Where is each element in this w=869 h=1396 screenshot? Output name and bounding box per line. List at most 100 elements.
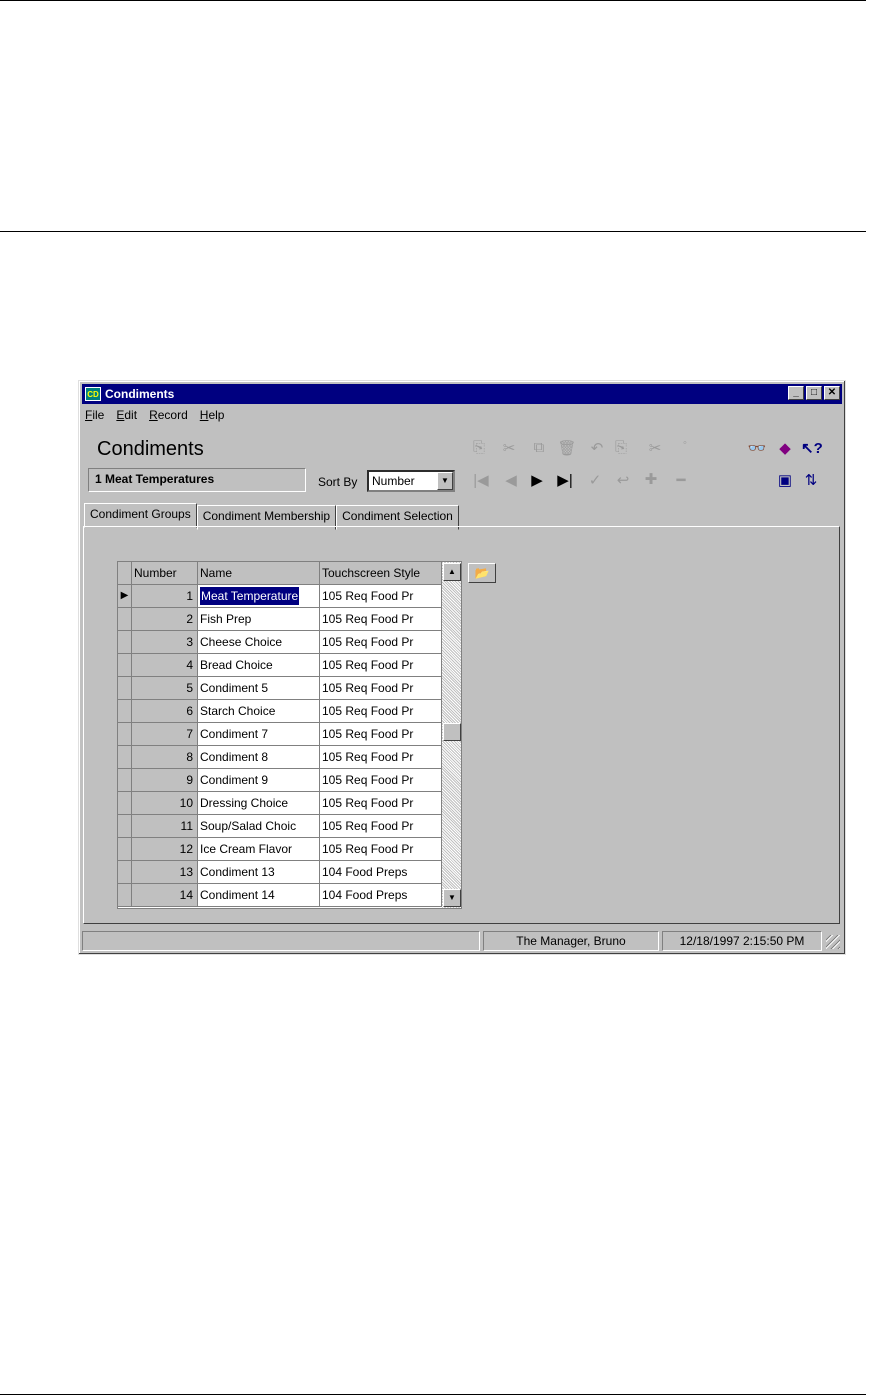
copy-icon[interactable]: ⎘ <box>469 439 489 456</box>
cell-name[interactable]: Condiment 7 <box>198 723 320 746</box>
cell-number[interactable]: 3 <box>132 631 198 654</box>
cell-number[interactable]: 10 <box>132 792 198 815</box>
cell-touchscreen-style[interactable]: 105 Req Food Pr <box>320 700 442 723</box>
cell-touchscreen-style[interactable]: 105 Req Food Pr <box>320 723 442 746</box>
row-indicator-cell[interactable] <box>118 700 132 723</box>
next-record-icon[interactable]: ▶ <box>527 471 547 489</box>
select-icon[interactable]: ◦ <box>675 437 695 449</box>
cell-name[interactable]: Ice Cream Flavor <box>198 838 320 861</box>
cell-number[interactable]: 5 <box>132 677 198 700</box>
menu-edit[interactable]: Edit <box>116 408 137 422</box>
table-row[interactable]: 8 Condiment 8 105 Req Food Pr <box>118 746 442 769</box>
delete-icon[interactable]: 🗑 <box>557 439 577 457</box>
book-icon[interactable]: ◆ <box>775 439 795 457</box>
first-record-icon[interactable]: |◀ <box>471 471 491 489</box>
menu-help[interactable]: Help <box>200 408 225 422</box>
cell-name[interactable]: Condiment 9 <box>198 769 320 792</box>
find-icon[interactable]: 👓 <box>747 439 767 457</box>
cell-number[interactable]: 12 <box>132 838 198 861</box>
cell-number[interactable]: 9 <box>132 769 198 792</box>
minimize-button[interactable]: _ <box>788 386 804 400</box>
column-header-name[interactable]: Name <box>198 562 320 585</box>
paste-icon[interactable]: ⧉ <box>529 439 549 456</box>
table-row[interactable]: 10 Dressing Choice 105 Req Food Pr <box>118 792 442 815</box>
row-indicator-cell[interactable] <box>118 861 132 884</box>
post-icon[interactable]: ✓ <box>585 471 605 489</box>
chevron-down-icon[interactable]: ▼ <box>437 472 453 490</box>
row-indicator-cell[interactable] <box>118 792 132 815</box>
sort-by-select[interactable]: Number ▼ <box>367 470 455 492</box>
row-indicator-cell[interactable] <box>118 884 132 907</box>
cell-number[interactable]: 2 <box>132 608 198 631</box>
maximize-button[interactable]: □ <box>806 386 822 400</box>
current-row-pointer-icon[interactable]: ▶ <box>118 585 132 608</box>
cell-number[interactable]: 7 <box>132 723 198 746</box>
menu-record[interactable]: Record <box>149 408 188 422</box>
selected-cell-text[interactable]: Meat Temperature <box>200 587 300 605</box>
cell-touchscreen-style[interactable]: 105 Req Food Pr <box>320 769 442 792</box>
menu-file[interactable]: File <box>85 408 104 422</box>
undo-icon[interactable]: ↶ <box>587 439 607 457</box>
cell-name[interactable]: Condiment 14 <box>198 884 320 907</box>
cell-touchscreen-style[interactable]: 105 Req Food Pr <box>320 585 442 608</box>
help-pointer-icon[interactable]: ↖? <box>801 439 823 457</box>
monitor-icon[interactable]: ▣ <box>775 471 795 489</box>
row-indicator-cell[interactable] <box>118 769 132 792</box>
cell-touchscreen-style[interactable]: 105 Req Food Pr <box>320 677 442 700</box>
title-bar[interactable]: CD Condiments _ □ ✕ <box>82 384 842 404</box>
previous-record-icon[interactable]: ◀ <box>501 471 521 489</box>
cell-name[interactable]: Condiment 8 <box>198 746 320 769</box>
close-button[interactable]: ✕ <box>824 386 840 400</box>
row-indicator-cell[interactable] <box>118 838 132 861</box>
cell-name[interactable]: Condiment 13 <box>198 861 320 884</box>
table-row[interactable]: 2 Fish Prep 105 Req Food Pr <box>118 608 442 631</box>
cut-icon[interactable]: ✂ <box>499 439 519 457</box>
table-row[interactable]: 12 Ice Cream Flavor 105 Req Food Pr <box>118 838 442 861</box>
cell-number[interactable]: 14 <box>132 884 198 907</box>
column-header-touchscreen-style[interactable]: Touchscreen Style <box>320 562 442 585</box>
cell-name[interactable]: Dressing Choice <box>198 792 320 815</box>
add-record-icon[interactable]: ✚ <box>641 470 661 488</box>
cell-name[interactable]: Bread Choice <box>198 654 320 677</box>
cell-name[interactable]: Condiment 5 <box>198 677 320 700</box>
last-record-icon[interactable]: ▶| <box>555 471 575 489</box>
cell-name[interactable]: Meat Temperature <box>198 585 320 608</box>
cell-number[interactable]: 13 <box>132 861 198 884</box>
tab-condiment-groups[interactable]: Condiment Groups <box>84 503 197 528</box>
paste-record-icon[interactable]: ✂ <box>645 439 665 457</box>
row-indicator-cell[interactable] <box>118 723 132 746</box>
table-row[interactable]: 11 Soup/Salad Choic 105 Req Food Pr <box>118 815 442 838</box>
cell-name[interactable]: Starch Choice <box>198 700 320 723</box>
cell-number[interactable]: 6 <box>132 700 198 723</box>
cell-number[interactable]: 1 <box>132 585 198 608</box>
table-row[interactable]: 4 Bread Choice 105 Req Food Pr <box>118 654 442 677</box>
cell-touchscreen-style[interactable]: 105 Req Food Pr <box>320 815 442 838</box>
refresh-icon[interactable]: ⇅ <box>801 471 821 489</box>
scroll-thumb[interactable] <box>443 723 461 741</box>
cell-touchscreen-style[interactable]: 105 Req Food Pr <box>320 608 442 631</box>
table-row[interactable]: ▶ 1 Meat Temperature 105 Req Food Pr <box>118 585 442 608</box>
cell-touchscreen-style[interactable]: 105 Req Food Pr <box>320 631 442 654</box>
table-row[interactable]: 7 Condiment 7 105 Req Food Pr <box>118 723 442 746</box>
cell-number[interactable]: 8 <box>132 746 198 769</box>
table-row[interactable]: 6 Starch Choice 105 Req Food Pr <box>118 700 442 723</box>
resize-grip-icon[interactable] <box>826 935 840 949</box>
cell-touchscreen-style[interactable]: 105 Req Food Pr <box>320 838 442 861</box>
app-icon[interactable]: CD <box>85 387 101 401</box>
cell-number[interactable]: 11 <box>132 815 198 838</box>
column-header-number[interactable]: Number <box>132 562 198 585</box>
cell-touchscreen-style[interactable]: 104 Food Preps <box>320 861 442 884</box>
cell-name[interactable]: Fish Prep <box>198 608 320 631</box>
cell-touchscreen-style[interactable]: 105 Req Food Pr <box>320 654 442 677</box>
copy-record-icon[interactable]: ⎘ <box>611 439 631 456</box>
cell-name[interactable]: Cheese Choice <box>198 631 320 654</box>
scroll-up-button[interactable]: ▲ <box>443 563 461 581</box>
row-indicator-cell[interactable] <box>118 746 132 769</box>
cancel-icon[interactable]: ↩ <box>613 471 633 489</box>
row-indicator-cell[interactable] <box>118 631 132 654</box>
table-row[interactable]: 13 Condiment 13 104 Food Preps <box>118 861 442 884</box>
folder-open-icon[interactable]: 📂 <box>468 563 496 583</box>
row-indicator-cell[interactable] <box>118 608 132 631</box>
row-indicator-cell[interactable] <box>118 677 132 700</box>
row-indicator-cell[interactable] <box>118 815 132 838</box>
